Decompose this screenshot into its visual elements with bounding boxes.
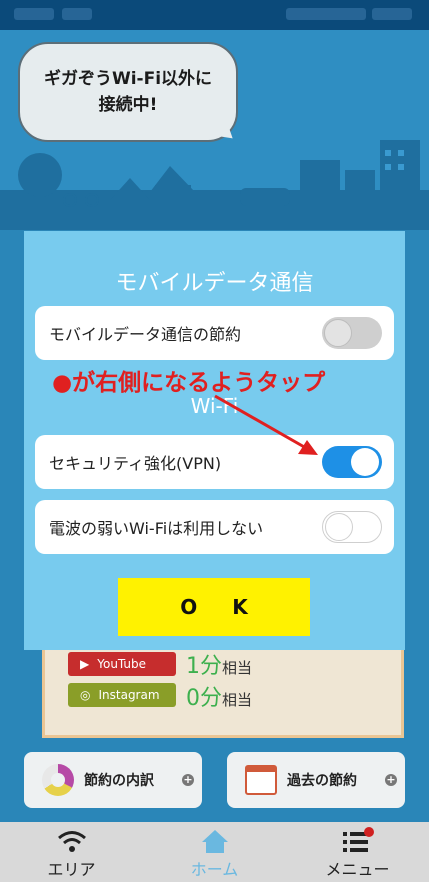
instagram-minutes: 0分 (186, 686, 222, 711)
bubble-line-2: 接続中! (98, 95, 158, 115)
data-saving-label: モバイルデータ通信の節約 (49, 325, 242, 344)
cityscape-illustration (0, 140, 429, 230)
status-blob (372, 8, 412, 20)
data-saving-toggle[interactable] (322, 317, 382, 349)
tab-area[interactable]: エリア (0, 822, 143, 882)
wifi-icon (57, 826, 87, 856)
toggle-knob (324, 319, 352, 347)
past-savings-button[interactable]: 過去の節約 + (227, 752, 405, 808)
vpn-toggle[interactable] (322, 446, 382, 478)
menu-icon (341, 826, 375, 856)
bottom-tab-bar: エリア ホーム メニュー (0, 822, 429, 882)
bubble-line-1: ギガぞうWi-Fi以外に (43, 69, 213, 89)
instagram-badge: ◎ Instagram (68, 683, 176, 707)
tab-menu[interactable]: メニュー (286, 822, 429, 882)
youtube-label: YouTube (97, 657, 147, 671)
weak-wifi-toggle[interactable] (322, 511, 382, 543)
speech-bubble: ギガぞうWi-Fi以外に 接続中! (18, 42, 238, 142)
mobile-data-dialog: モバイルデータ通信 モバイルデータ通信の節約 Wi-Fi セキュリティ強化(VP… (24, 231, 405, 650)
savings-breakdown-label: 節約の内訳 (84, 773, 154, 789)
plus-icon: + (182, 773, 194, 786)
instagram-label: Instagram (98, 688, 160, 702)
status-blob (62, 8, 92, 20)
savings-breakdown-button[interactable]: 節約の内訳 + (24, 752, 202, 808)
dialog-title: モバイルデータ通信 (115, 271, 314, 296)
pie-chart-icon (42, 764, 74, 796)
data-saving-row[interactable]: モバイルデータ通信の節約 (35, 306, 394, 360)
instagram-value: 0分相当 (186, 680, 252, 712)
weak-wifi-row[interactable]: 電波の弱いWi-Fiは利用しない (35, 500, 394, 554)
instagram-unit: 相当 (222, 691, 253, 709)
tab-menu-label: メニュー (325, 860, 390, 879)
calendar-icon (245, 765, 277, 795)
wifi-section-heading: Wi-Fi (190, 394, 239, 418)
toggle-knob (325, 513, 353, 541)
instruction-annotation: ●が右側になるようタップ (52, 370, 326, 396)
tab-home[interactable]: ホーム (143, 822, 286, 882)
instagram-icon: ◎ (80, 688, 91, 702)
vpn-label: セキュリティ強化(VPN) (49, 454, 222, 473)
youtube-badge: ▶ YouTube (68, 652, 176, 676)
tab-home-label: ホーム (190, 860, 239, 879)
youtube-value: 1分相当 (186, 648, 252, 680)
status-bar (0, 0, 429, 30)
play-icon: ▶ (80, 657, 90, 671)
status-blob (14, 8, 54, 20)
youtube-minutes: 1分 (186, 654, 222, 679)
plus-icon: + (385, 773, 397, 786)
tab-area-label: エリア (47, 860, 96, 879)
weak-wifi-label: 電波の弱いWi-Fiは利用しない (49, 519, 264, 538)
vpn-row[interactable]: セキュリティ強化(VPN) (35, 435, 394, 489)
toggle-knob (351, 448, 379, 476)
youtube-unit: 相当 (222, 659, 253, 677)
home-icon (201, 826, 229, 856)
status-blob (286, 8, 366, 20)
past-savings-label: 過去の節約 (287, 773, 357, 789)
ok-button[interactable]: O K (118, 578, 310, 636)
